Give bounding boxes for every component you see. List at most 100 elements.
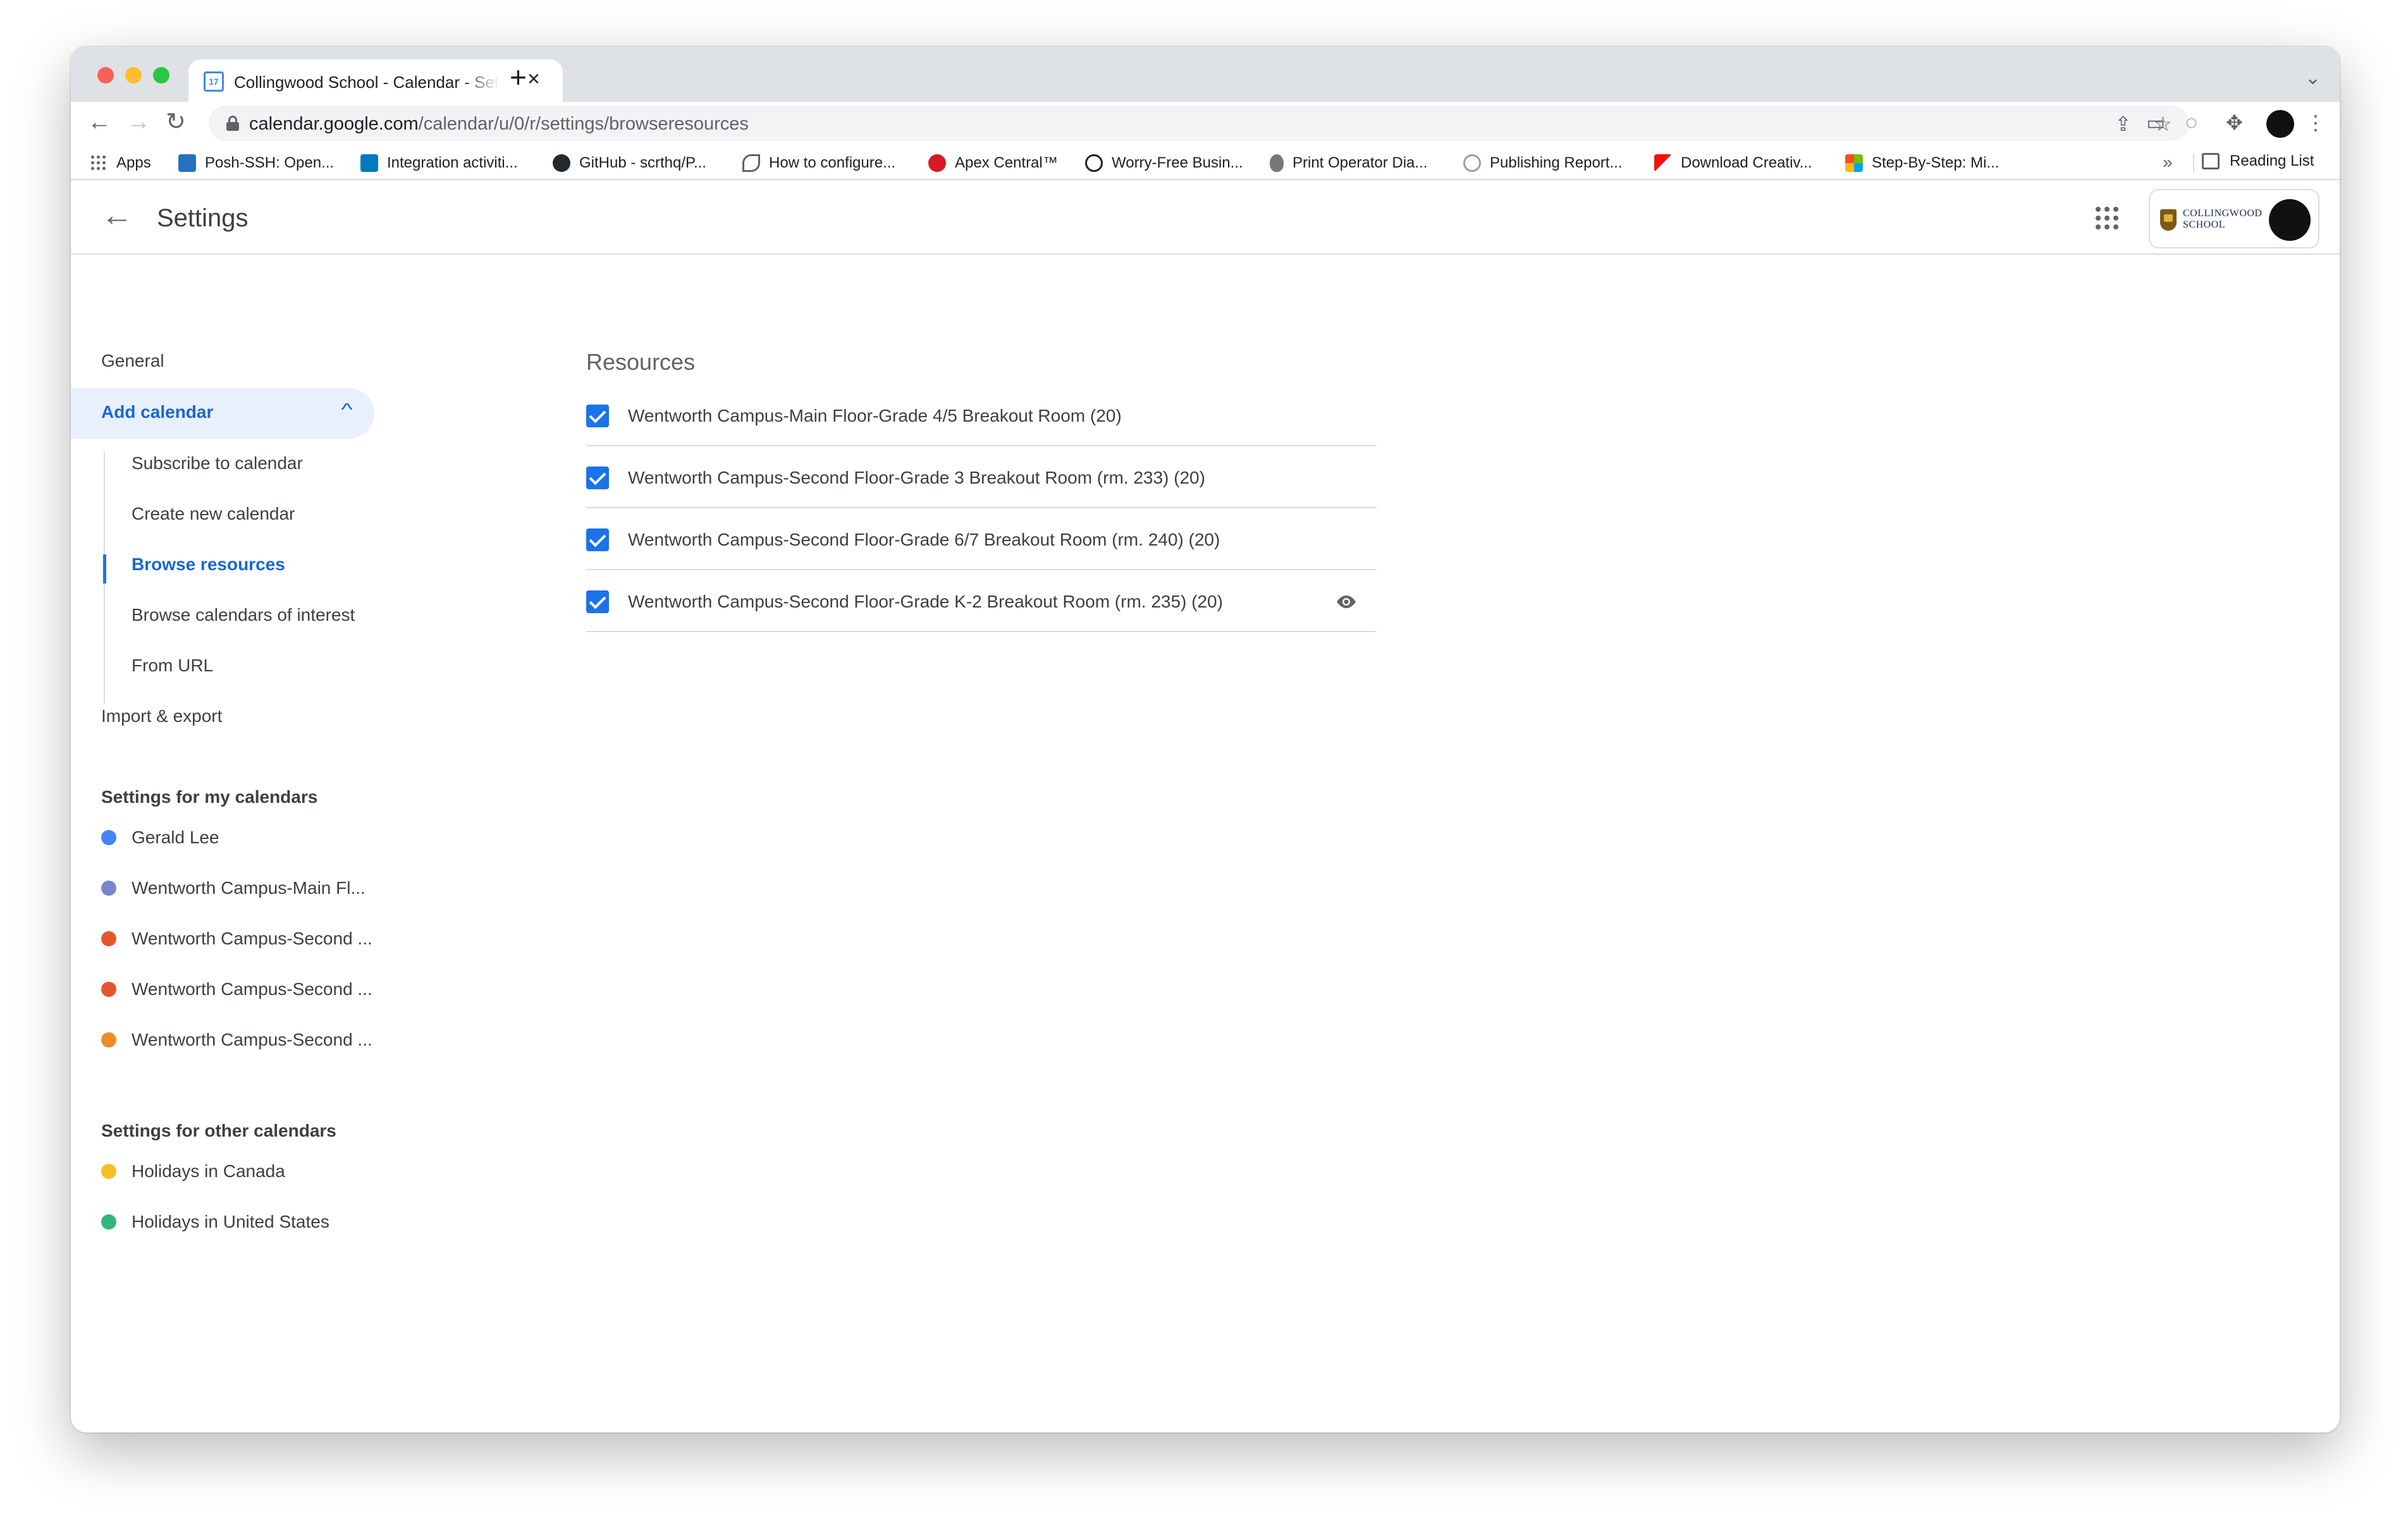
resource-row: Wentworth Campus-Second Floor-Grade K-2 … [586, 570, 1377, 632]
page-title: Settings [157, 204, 249, 232]
calendar-item-second-floor-2[interactable]: Wentworth Campus-Second ... [101, 977, 372, 1002]
calendar-item-main-floor[interactable]: Wentworth Campus-Main Fl... [101, 876, 366, 901]
bookmark-label: Print Operator Dia... [1293, 154, 1428, 171]
bookmark-integration[interactable]: Integration activiti... [360, 152, 518, 174]
bookmark-label: Step-By-Step: Mi... [1872, 154, 2000, 171]
nav-browse-calendars-of-interest[interactable]: Browse calendars of interest [132, 605, 355, 625]
other-calendars-heading: Settings for other calendars [101, 1121, 336, 1140]
url-host: calendar.google.com [249, 114, 419, 134]
reload-button[interactable]: ↻ [166, 108, 186, 136]
resources-heading: Resources [586, 349, 696, 375]
settings-sidebar: General Add calendar ^ Subscribe to cale… [71, 255, 450, 1432]
back-arrow-icon[interactable]: ← [101, 199, 133, 231]
chevron-up-icon[interactable]: ^ [341, 400, 352, 420]
calendar-label: Holidays in United States [132, 1212, 329, 1231]
eye-icon[interactable] [1335, 594, 1358, 609]
resource-checkbox[interactable] [586, 528, 609, 551]
forward-button[interactable]: → [126, 108, 150, 136]
nav-import-export[interactable]: Import & export [101, 706, 222, 726]
calendar-color-dot [101, 982, 116, 997]
nav-add-calendar[interactable]: Add calendar ^ [71, 388, 374, 439]
resource-checkbox[interactable] [586, 590, 609, 613]
bookmark-worry-free[interactable]: Worry-Free Busin... [1085, 152, 1243, 174]
bookmark-publishing-report[interactable]: Publishing Report... [1463, 152, 1622, 174]
subnav-active-indicator [103, 554, 106, 583]
bookmark-step-by-step[interactable]: Step-By-Step: Mi... [1845, 152, 1999, 174]
calendar-item-second-floor-3[interactable]: Wentworth Campus-Second ... [101, 1027, 372, 1053]
close-window-button[interactable] [97, 67, 114, 83]
bookmark-apps[interactable]: Apps [90, 152, 151, 174]
tab-close-icon[interactable]: × [527, 67, 540, 92]
nav-browse-resources[interactable]: Browse resources [132, 554, 285, 575]
new-tab-button[interactable]: + [510, 63, 527, 92]
reading-list-button[interactable]: Reading List [2202, 152, 2314, 170]
powershell-icon [178, 154, 196, 172]
calendar-label: Holidays in Canada [132, 1161, 285, 1181]
calendar-item-holidays-canada[interactable]: Holidays in Canada [101, 1159, 285, 1184]
account-switcher[interactable]: COLLINGWOOD SCHOOL [2149, 189, 2319, 248]
calendar-item-second-floor-1[interactable]: Wentworth Campus-Second ... [101, 926, 372, 951]
nav-general[interactable]: General [101, 351, 164, 371]
school-crest-icon [2160, 209, 2177, 231]
resource-label: Wentworth Campus-Second Floor-Grade 6/7 … [628, 530, 1220, 549]
bookmark-apex-central[interactable]: Apex Central™ [928, 152, 1058, 174]
org-name-line2: SCHOOL [2183, 219, 2226, 230]
extension-swirl-icon[interactable]: ◌ [2185, 111, 2197, 134]
bookmark-label: Publishing Report... [1490, 154, 1623, 171]
more-bookmarks-icon[interactable]: » [2163, 152, 2173, 173]
resource-checkbox[interactable] [586, 405, 609, 427]
minimize-window-button[interactable] [125, 67, 142, 83]
browser-profile-avatar[interactable] [2266, 110, 2294, 138]
nav-create-new-calendar[interactable]: Create new calendar [132, 504, 295, 524]
nav-add-calendar-label: Add calendar [101, 402, 214, 422]
github-icon [553, 154, 570, 172]
address-bar[interactable]: calendar.google.com/calendar/u/0/r/setti… [209, 106, 2189, 141]
bookmark-label: GitHub - scrthq/P... [579, 154, 706, 171]
account-avatar[interactable] [2269, 199, 2311, 241]
bookmark-label: How to configure... [769, 154, 896, 171]
browser-menu-icon[interactable]: ⋮ [2306, 111, 2326, 135]
bookmark-how-to-configure[interactable]: How to configure... [742, 152, 895, 174]
apple-icon [1270, 154, 1284, 172]
maximize-window-button[interactable] [153, 67, 169, 83]
nav-from-url[interactable]: From URL [132, 656, 213, 676]
browser-toolbar: ← → ↻ calendar.google.com/calendar/u/0/r… [71, 102, 2340, 145]
apps-grid-icon [90, 154, 108, 172]
reading-list-label: Reading List [2230, 152, 2314, 169]
resource-label: Wentworth Campus-Second Floor-Grade 3 Br… [628, 468, 1205, 487]
calendar-color-dot [101, 1214, 116, 1230]
bookmark-posh-ssh[interactable]: Posh-SSH: Open... [178, 152, 334, 174]
bookmark-label: Apex Central™ [955, 154, 1058, 171]
calendar-label: Wentworth Campus-Second ... [132, 929, 372, 948]
calendar-label: Wentworth Campus-Second ... [132, 1030, 372, 1049]
resource-checkbox[interactable] [586, 467, 609, 489]
bookmark-label: Download Creativ... [1681, 154, 1812, 171]
adobe-icon [1654, 154, 1672, 172]
bookmarks-bar: Apps Posh-SSH: Open... Integration activ… [71, 145, 2340, 180]
bookmark-download-creative[interactable]: Download Creativ... [1654, 152, 1812, 174]
extensions-puzzle-icon[interactable]: ✥ [2226, 111, 2243, 135]
settings-header: ← Settings COLLINGWOOD SCHOOL [71, 180, 2340, 255]
back-button[interactable]: ← [87, 108, 111, 136]
bookmark-label: Apps [116, 154, 151, 171]
calendar-item-gerald-lee[interactable]: Gerald Lee [101, 825, 219, 850]
calendar-color-dot [101, 1032, 116, 1047]
resource-row: Wentworth Campus-Second Floor-Grade 3 Br… [586, 446, 1377, 508]
nav-subscribe-to-calendar[interactable]: Subscribe to calendar [132, 453, 303, 473]
calendar-item-holidays-us[interactable]: Holidays in United States [101, 1209, 329, 1235]
browser-window: 17 Collingwood School - Calendar - Setti… [71, 47, 2340, 1432]
tab-search-chevron-icon[interactable]: ⌄ [2305, 67, 2321, 89]
resource-row: Wentworth Campus-Main Floor-Grade 4/5 Br… [586, 384, 1377, 446]
share-icon[interactable]: ⇪ [2115, 112, 2132, 136]
calendar-favicon-icon: 17 [204, 71, 224, 92]
resource-label: Wentworth Campus-Second Floor-Grade K-2 … [628, 592, 1223, 611]
calendar-label: Wentworth Campus-Second ... [132, 979, 372, 999]
cast-icon[interactable]: ▭ [2146, 111, 2165, 135]
resource-row: Wentworth Campus-Second Floor-Grade 6/7 … [586, 508, 1377, 570]
lock-icon[interactable] [226, 116, 239, 131]
browser-tab[interactable]: 17 Collingwood School - Calendar - Setti… [188, 59, 563, 102]
bookmark-github[interactable]: GitHub - scrthq/P... [553, 152, 706, 174]
bookmark-print-operator[interactable]: Print Operator Dia... [1270, 152, 1427, 174]
wave-icon [742, 154, 760, 172]
google-apps-icon[interactable] [2096, 207, 2118, 229]
